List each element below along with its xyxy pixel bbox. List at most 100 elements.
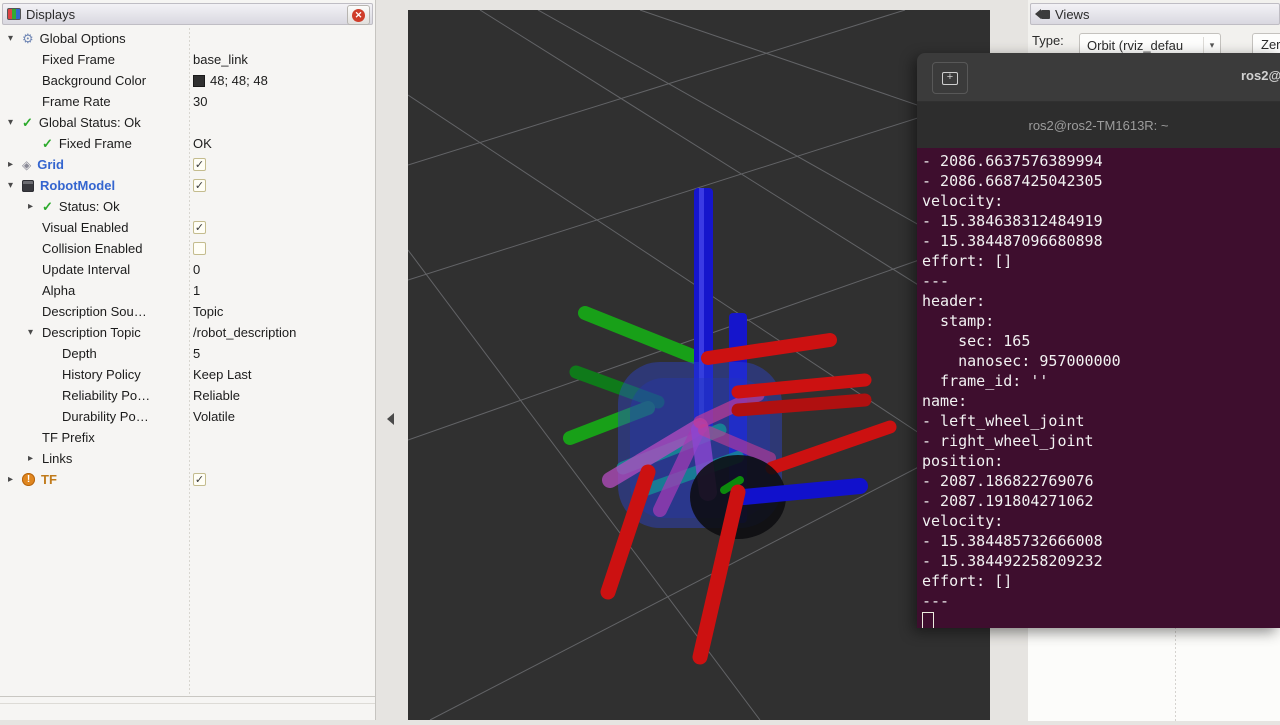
terminal-cursor xyxy=(922,612,934,628)
robot-icon xyxy=(22,180,34,192)
terminal-line: - 15.384487096680898 xyxy=(922,231,1280,251)
property-label: RobotModel xyxy=(40,178,115,193)
tree-row[interactable]: Depth5 xyxy=(0,343,374,364)
tree-row[interactable]: Background Color 48; 48; 48 xyxy=(0,70,374,91)
displays-property-tree: ▾⚙Global Options Fixed Frame base_link Back… xyxy=(0,28,374,490)
tree-row[interactable]: Collision Enabled xyxy=(0,238,374,259)
terminal-window[interactable]: + ros2@ ros2@ros2-TM1613R: ~ - 2086.6637… xyxy=(917,53,1280,628)
panel-bottom-divider-2 xyxy=(0,703,375,704)
tree-row[interactable]: ▸✓Status: Ok xyxy=(0,196,374,217)
tree-row[interactable]: Alpha 1 xyxy=(0,280,374,301)
tree-row[interactable]: Visual Enabled ✓ xyxy=(0,217,374,238)
checkbox-unchecked[interactable] xyxy=(193,242,206,255)
tree-column-divider xyxy=(189,28,190,696)
check-icon: ✓ xyxy=(42,200,53,213)
terminal-line: - right_wheel_joint xyxy=(922,431,1280,451)
terminal-line: sec: 165 xyxy=(922,331,1280,351)
gear-icon: ⚙ xyxy=(22,32,34,45)
expander-right-icon[interactable]: ▸ xyxy=(8,474,22,485)
property-label: Description Topic xyxy=(42,325,141,340)
views-type-label: Type: xyxy=(1032,33,1064,48)
terminal-tab-bar[interactable]: ros2@ros2-TM1613R: ~ xyxy=(917,102,1280,148)
terminal-output[interactable]: - 2086.6637576389994- 2086.6687425042305… xyxy=(917,148,1280,628)
terminal-new-tab-button[interactable]: + xyxy=(932,62,968,94)
property-label: Fixed Frame xyxy=(42,52,115,67)
panel-collapse-handle[interactable] xyxy=(387,413,394,425)
terminal-line: name: xyxy=(922,391,1280,411)
property-value[interactable]: 48; 48; 48 xyxy=(210,73,268,88)
views-type-row: Type: Orbit (rviz_defau ▾ Zero xyxy=(1032,33,1064,48)
tree-row[interactable]: Durability Po…Volatile xyxy=(0,406,374,427)
displays-close-button[interactable]: ✕ xyxy=(347,5,370,25)
expander-right-icon[interactable]: ▸ xyxy=(28,453,42,464)
checkbox-checked[interactable]: ✓ xyxy=(193,473,206,486)
displays-panel-header[interactable]: Displays ✕ xyxy=(2,3,373,25)
robot-3d-scene xyxy=(408,10,990,720)
property-label: Visual Enabled xyxy=(42,220,129,235)
tree-row[interactable]: Description Sou…Topic xyxy=(0,301,374,322)
property-label: Background Color xyxy=(42,73,146,88)
property-label: Reliability Po… xyxy=(62,388,150,403)
tree-row[interactable]: TF Prefix xyxy=(0,427,374,448)
property-value[interactable]: Reliable xyxy=(193,388,240,403)
color-swatch xyxy=(193,75,205,87)
terminal-line: nanosec: 957000000 xyxy=(922,351,1280,371)
tree-row[interactable]: ✓ Fixed Frame OK xyxy=(0,133,374,154)
views-camera-icon xyxy=(1035,9,1050,19)
panel-bottom-divider xyxy=(0,696,375,697)
property-value[interactable]: /robot_description xyxy=(193,325,296,340)
property-value[interactable]: Volatile xyxy=(193,409,235,424)
checkbox-checked[interactable]: ✓ xyxy=(193,179,206,192)
property-value[interactable]: Keep Last xyxy=(193,367,252,382)
tree-row[interactable]: History Policy Keep Last xyxy=(0,364,374,385)
tf-icon: ! xyxy=(22,473,35,486)
property-value[interactable]: 30 xyxy=(193,94,207,109)
property-value[interactable]: base_link xyxy=(193,52,248,67)
terminal-window-title: ros2@ xyxy=(1241,68,1280,83)
views-panel-header[interactable]: Views xyxy=(1030,3,1280,25)
property-value[interactable]: 5 xyxy=(193,346,200,361)
property-value[interactable]: 1 xyxy=(193,283,200,298)
expander-down-icon[interactable]: ▾ xyxy=(28,327,42,338)
terminal-line: velocity: xyxy=(922,191,1280,211)
robot-model xyxy=(570,188,890,657)
property-value[interactable]: OK xyxy=(193,136,212,151)
checkbox-checked[interactable]: ✓ xyxy=(193,221,206,234)
render-viewport[interactable] xyxy=(408,10,990,720)
terminal-headerbar[interactable]: + ros2@ xyxy=(917,53,1280,102)
displays-icon xyxy=(7,8,21,20)
terminal-line: - 2087.191804271062 xyxy=(922,491,1280,511)
tree-row[interactable]: ▾⚙Global Options xyxy=(0,28,374,49)
property-label: History Policy xyxy=(62,367,141,382)
property-label: Fixed Frame xyxy=(59,136,132,151)
terminal-line: stamp: xyxy=(922,311,1280,331)
tree-row[interactable]: ▸◈Grid✓ xyxy=(0,154,374,175)
tree-row[interactable]: Update Interval0 xyxy=(0,259,374,280)
terminal-line: effort: [] xyxy=(922,251,1280,271)
expander-right-icon[interactable]: ▸ xyxy=(28,201,42,212)
expander-down-icon[interactable]: ▾ xyxy=(8,33,22,44)
expander-down-icon[interactable]: ▾ xyxy=(8,117,22,128)
terminal-line: - left_wheel_joint xyxy=(922,411,1280,431)
checkbox-checked[interactable]: ✓ xyxy=(193,158,206,171)
property-label: TF xyxy=(41,472,57,487)
tree-row[interactable]: ▾Description Topic/robot_description xyxy=(0,322,374,343)
property-value[interactable]: Topic xyxy=(193,304,223,319)
new-tab-icon: + xyxy=(942,72,958,85)
check-icon: ✓ xyxy=(42,137,53,150)
property-label: Alpha xyxy=(42,283,75,298)
expander-down-icon[interactable]: ▾ xyxy=(8,180,22,191)
expander-right-icon[interactable]: ▸ xyxy=(8,159,22,170)
property-value[interactable]: 0 xyxy=(193,262,200,277)
tree-row[interactable]: ▸! TF ✓ xyxy=(0,469,374,490)
property-label: Links xyxy=(42,451,72,466)
tree-row[interactable]: Fixed Frame base_link xyxy=(0,49,374,70)
tree-row[interactable]: ▾✓Global Status: Ok xyxy=(0,112,374,133)
tree-row[interactable]: Frame Rate30 xyxy=(0,91,374,112)
terminal-line: - 2087.186822769076 xyxy=(922,471,1280,491)
displays-panel-title: Displays xyxy=(26,7,75,22)
tree-row[interactable]: ▾ RobotModel ✓ xyxy=(0,175,374,196)
displays-panel: Displays ✕ ▾⚙Global Options Fixed Frame ba… xyxy=(0,0,376,720)
tree-row[interactable]: ▸Links xyxy=(0,448,374,469)
tree-row[interactable]: Reliability Po… Reliable xyxy=(0,385,374,406)
